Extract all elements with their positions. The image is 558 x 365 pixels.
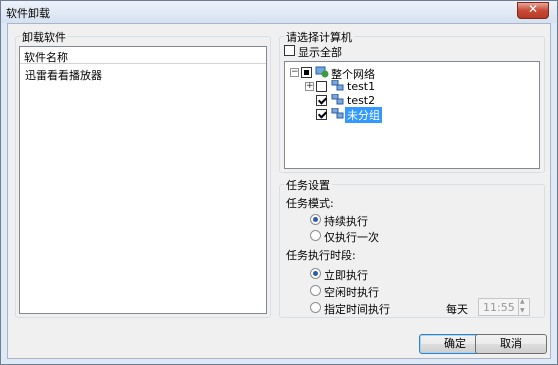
mode-continuous-radio[interactable] [310, 214, 321, 225]
daily-label: 每天 [446, 303, 468, 316]
title-bar[interactable]: 软件卸载 ✕ [1, 1, 557, 23]
tree-item-ungrouped[interactable]: 未分组 [345, 107, 382, 123]
uninstall-group-label: 卸载软件 [20, 29, 68, 45]
time-idle-radio[interactable] [310, 285, 321, 296]
close-icon: ✕ [527, 2, 539, 16]
time-immediate-label[interactable]: 立即执行 [324, 267, 368, 283]
cancel-button[interactable]: 取消 [475, 334, 547, 354]
computer-group-icon [331, 108, 344, 119]
mode-once-label[interactable]: 仅执行一次 [324, 229, 379, 245]
software-list[interactable]: 软件名称 迅雷看看播放器 [19, 46, 267, 314]
task-time-label: 任务执行时段: [286, 249, 356, 262]
close-button[interactable]: ✕ [517, 2, 549, 19]
dialog-body: 卸载软件 软件名称 迅雷看看播放器 请选择计算机 显示全部 − 整个网络 + t… [7, 23, 551, 359]
mode-continuous-label[interactable]: 持续执行 [324, 213, 368, 229]
test1-checkbox[interactable] [316, 81, 327, 92]
select-computer-group: 请选择计算机 显示全部 − 整个网络 + test1 test2 未分组 [279, 29, 545, 173]
task-settings-group-label: 任务设置 [284, 177, 332, 193]
tree-item-test1[interactable]: test1 [347, 80, 375, 93]
test2-checkbox[interactable] [316, 95, 327, 106]
time-immediate-radio[interactable] [310, 268, 321, 279]
mode-once-radio[interactable] [310, 230, 321, 241]
ungrouped-checkbox[interactable] [316, 109, 327, 120]
network-icon [315, 66, 329, 78]
computer-tree[interactable]: − 整个网络 + test1 test2 未分组 [284, 61, 540, 169]
computer-group-icon [331, 94, 344, 105]
select-computer-group-label: 请选择计算机 [284, 29, 354, 45]
time-value: 11:55 [483, 301, 515, 314]
time-idle-label[interactable]: 空闲时执行 [324, 284, 379, 300]
show-all-label[interactable]: 显示全部 [298, 44, 342, 60]
computer-group-icon [331, 80, 344, 91]
uninstall-group: 卸载软件 软件名称 迅雷看看播放器 [15, 29, 271, 318]
root-checkbox[interactable] [301, 67, 312, 78]
time-picker[interactable]: 11:55 [478, 298, 530, 316]
time-scheduled-radio[interactable] [310, 302, 321, 313]
time-scheduled-label[interactable]: 指定时间执行 [324, 301, 390, 317]
column-header-label: 软件名称 [24, 51, 68, 64]
tree-item-test2[interactable]: test2 [347, 94, 375, 107]
show-all-checkbox[interactable] [284, 45, 295, 56]
test1-expand-icon[interactable]: + [305, 82, 314, 91]
time-spinner[interactable] [518, 298, 529, 315]
task-settings-group: 任务设置 任务模式: 持续执行 仅执行一次 任务执行时段: 立即执行 空闲时执行… [279, 177, 545, 318]
task-mode-label: 任务模式: [286, 197, 334, 210]
window-title: 软件卸载 [6, 7, 50, 20]
list-item[interactable]: 迅雷看看播放器 [25, 67, 102, 83]
root-collapse-icon[interactable]: − [290, 68, 299, 77]
software-name-column-header[interactable]: 软件名称 [20, 47, 266, 64]
uninstall-dialog: 软件卸载 ✕ 卸载软件 软件名称 迅雷看看播放器 请选择计算机 显示全部 − 整… [0, 0, 558, 365]
